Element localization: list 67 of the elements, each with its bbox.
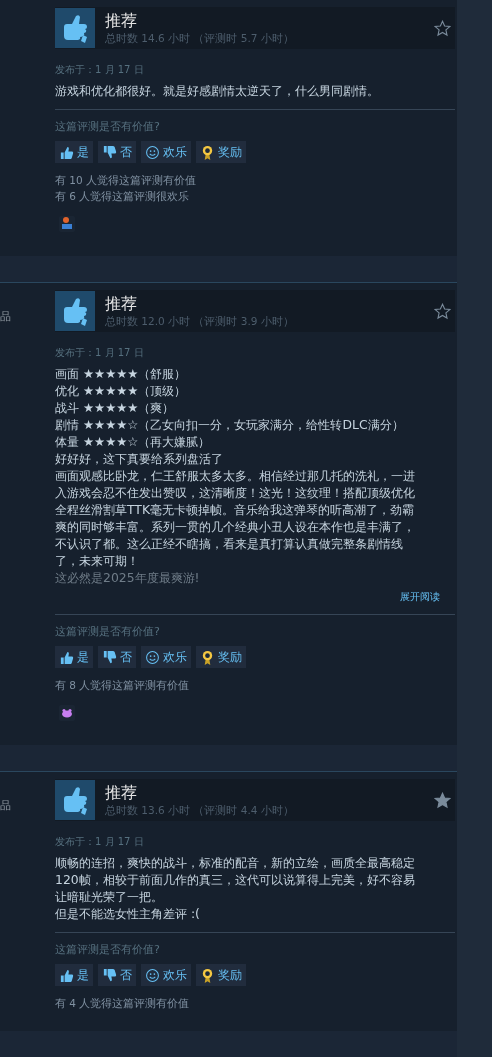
expand-link[interactable]: 展开阅读 [400, 590, 440, 604]
helpful-question: 这篇评测是否有价值? [55, 624, 161, 640]
review-text: 顺畅的连招，爽快的战斗，标准的配音，新的立绘，画质全最高稳定 [55, 854, 416, 871]
thumbs-up-icon [55, 291, 95, 331]
thumbs-down-icon [102, 967, 117, 983]
review-text: 体量 ★★★★☆（再大嫌腻） [55, 433, 212, 450]
no-button[interactable]: 否 [98, 964, 136, 986]
star-icon[interactable] [434, 302, 451, 320]
review-text: 优化 ★★★★★（顶级） [55, 382, 188, 399]
playtime-text: 总时数 13.6 小时 （评测时 4.4 小时） [105, 803, 295, 817]
review-text: 画面 ★★★★★（舒服） [55, 365, 188, 382]
no-button[interactable]: 否 [98, 646, 136, 668]
review-text: 让暗耻光荣了一把。 [55, 888, 164, 905]
funny-button[interactable]: 欢乐 [141, 646, 191, 668]
verdict-title: 推荐 [105, 294, 138, 314]
funny-button[interactable]: 欢乐 [141, 141, 191, 163]
award-button[interactable]: 奖励 [196, 964, 246, 986]
verdict-title: 推荐 [105, 783, 138, 803]
helpful-count: 有 8 人觉得这篇评测有价值 [55, 678, 191, 693]
playtime-text: 总时数 14.6 小时 （评测时 5.7 小时） [105, 31, 295, 45]
thumbs-up-icon [55, 8, 95, 48]
helpful-count: 有 10 人觉得这篇评测有价值 [55, 173, 198, 188]
review-text: 了，未来可期！ [55, 552, 140, 569]
thumbs-down-icon [102, 144, 117, 160]
side-text: 品 [0, 798, 12, 813]
smiley-icon [145, 967, 160, 983]
review-text: 战斗 ★★★★★（爽） [55, 399, 176, 416]
yes-button[interactable]: 是 [55, 141, 93, 163]
thumbs-up-icon [59, 967, 74, 983]
helpful-count: 有 6 人觉得这篇评测很欢乐 [55, 189, 191, 204]
review-text: 剧情 ★★★★☆（乙女向扣一分，女玩家满分，给性转DLC满分） [55, 416, 405, 433]
review-text: 全程丝滑割草TTK毫无卡顿掉帧。音乐给我这弹琴的听高潮了，劲霸 [55, 501, 416, 518]
yes-button[interactable]: 是 [55, 646, 93, 668]
side-text: 品 [0, 309, 12, 324]
smiley-icon [145, 144, 160, 160]
review-text: 但是不能选女性主角差评 :( [55, 905, 201, 922]
review-text: 游戏和优化都很好。就是好感剧情太逆天了，什么男同剧情。 [55, 82, 380, 99]
review-text: 120帧，相较于前面几作的真三，这代可以说算得上完美，好不容易 [55, 871, 416, 888]
star-icon[interactable] [434, 19, 451, 37]
thumbs-up-icon [55, 780, 95, 820]
verdict-title: 推荐 [105, 11, 138, 31]
star-icon[interactable] [434, 791, 451, 809]
review-text: 入游戏会忍不住发出赞叹，这清晰度！这光！这纹理！搭配顶级优化 [55, 484, 416, 501]
helpful-count: 有 4 人觉得这篇评测有价值 [55, 996, 191, 1011]
award-icon [200, 144, 215, 160]
thumbs-up-icon [59, 649, 74, 665]
yes-button[interactable]: 是 [55, 964, 93, 986]
review-text: 不认识了都。这么正经不瞎搞，看来是真打算认真做完整条剧情线 [55, 535, 404, 552]
posted-date: 发布于：1 月 17 日 [55, 346, 145, 360]
helpful-question: 这篇评测是否有价值? [55, 942, 161, 958]
playtime-text: 总时数 12.0 小时 （评测时 3.9 小时） [105, 314, 295, 328]
posted-date: 发布于：1 月 17 日 [55, 835, 145, 849]
no-button[interactable]: 否 [98, 141, 136, 163]
award-icon [200, 649, 215, 665]
smiley-icon [145, 649, 160, 665]
thumbs-up-icon [59, 144, 74, 160]
review-text: 这必然是2025年度最爽游! [55, 569, 201, 586]
review-text: 好好好，这下真要给系列盘活了 [55, 450, 224, 467]
award-icon [200, 967, 215, 983]
funny-button[interactable]: 欢乐 [141, 964, 191, 986]
helpful-question: 这篇评测是否有价值? [55, 119, 161, 135]
review-text: 画面观感比卧龙，仁王舒服太多太多。相信经过那几托的洗礼，一进 [55, 467, 416, 484]
award-button[interactable]: 奖励 [196, 646, 246, 668]
thumbs-down-icon [102, 649, 117, 665]
review-text: 爽的同时够丰富。系列一贯的几个经典小丑人设在本作也是丰满了， [55, 518, 416, 535]
award-button[interactable]: 奖励 [196, 141, 246, 163]
posted-date: 发布于：1 月 17 日 [55, 63, 145, 77]
